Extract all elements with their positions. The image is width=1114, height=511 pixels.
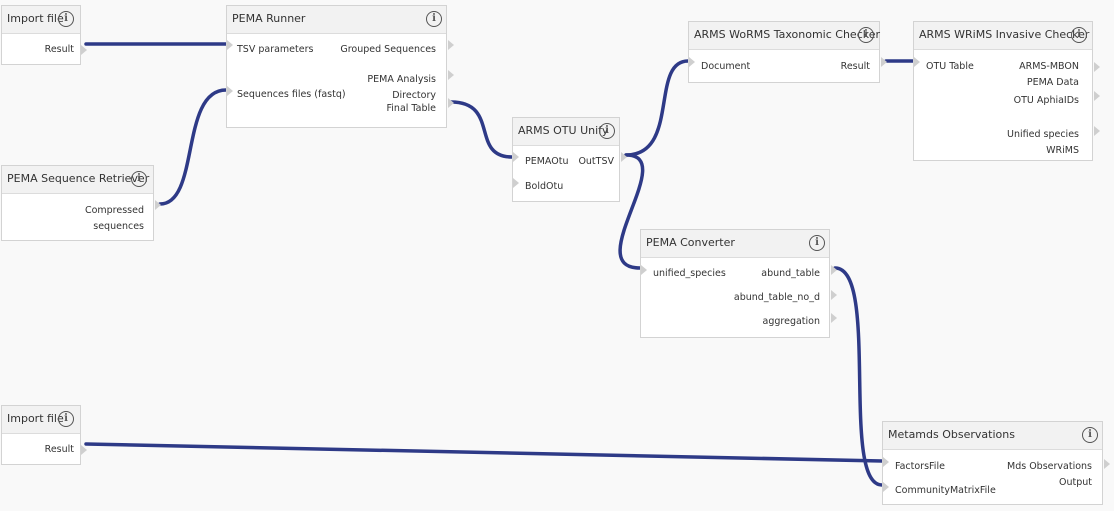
output-connector-abund-table-no-d[interactable]: [831, 290, 837, 300]
node-pema-converter[interactable]: PEMA Converter i unified_species abund_t…: [640, 229, 837, 338]
input-connector-pemaotu[interactable]: [513, 152, 519, 162]
input-connector-otu-table[interactable]: [914, 57, 920, 67]
wire-import2-to-factors: [84, 442, 884, 463]
node-arms-worms-checker[interactable]: ARMS WoRMS Taxonomic Checker i Document …: [688, 21, 887, 83]
output-port-result: Result: [44, 444, 74, 455]
node-header[interactable]: PEMA Converter i: [641, 230, 829, 258]
output-connector-outtsv[interactable]: [621, 152, 627, 162]
output-connector-unified-species-wrims[interactable]: [1094, 126, 1100, 136]
output-connector-compressed-sequences[interactable]: [155, 200, 161, 210]
info-icon[interactable]: i: [426, 11, 442, 27]
node-pema-runner[interactable]: PEMA Runner i TSV parameters Sequences f…: [226, 5, 454, 128]
output-port-abund-table-no-d: abund_table_no_d: [733, 292, 820, 303]
workflow-canvas[interactable]: Import file i Result PEMA Runner i TSV p…: [0, 0, 1114, 511]
output-connector-aggregation[interactable]: [831, 313, 837, 323]
node-header[interactable]: Metamds Observations i: [883, 422, 1102, 450]
node-pema-sequence-retriever[interactable]: PEMA Sequence Retriever i Compressed seq…: [1, 165, 161, 241]
output-connector-final-table[interactable]: [448, 98, 454, 108]
info-icon[interactable]: i: [858, 27, 874, 43]
input-port-sequences-files: Sequences files (fastq): [237, 89, 346, 100]
node-header[interactable]: Import file i: [2, 406, 80, 434]
output-port-wrims: WRiMS: [1046, 145, 1079, 156]
input-connector-communitymatrixfile[interactable]: [883, 482, 889, 492]
output-port-arms-mbon: ARMS-MBON: [1019, 61, 1079, 72]
input-port-communitymatrixfile: CommunityMatrixFile: [895, 485, 996, 496]
output-connector-result[interactable]: [81, 445, 87, 455]
node-title: ARMS WoRMS Taxonomic Checker: [694, 28, 881, 41]
node-arms-wrims-checker[interactable]: ARMS WRiMS Invasive Checker i OTU Table …: [913, 21, 1100, 161]
output-connector-grouped-sequences[interactable]: [448, 40, 454, 50]
wire-finaltable-to-pemaotu: [449, 100, 514, 159]
output-connector-arms-mbon-pema-data[interactable]: [1094, 62, 1100, 72]
output-port-aggregation: aggregation: [762, 316, 820, 327]
input-connector-boldotu[interactable]: [513, 178, 519, 188]
info-icon[interactable]: i: [58, 11, 74, 27]
input-port-document: Document: [701, 61, 751, 72]
input-connector-factorsfile[interactable]: [883, 457, 889, 467]
output-connector-pema-analysis[interactable]: [448, 70, 454, 80]
node-title: PEMA Sequence Retriever: [7, 172, 150, 185]
input-port-boldotu: BoldOtu: [525, 181, 564, 192]
info-icon[interactable]: i: [58, 411, 74, 427]
node-header[interactable]: PEMA Runner i: [227, 6, 446, 34]
info-icon[interactable]: i: [599, 123, 615, 139]
node-header[interactable]: ARMS OTU Unify i: [513, 118, 619, 146]
output-connector-result[interactable]: [81, 45, 87, 55]
input-connector-sequences-files[interactable]: [227, 86, 233, 96]
node-title: Metamds Observations: [888, 428, 1015, 441]
info-icon[interactable]: i: [1082, 427, 1098, 443]
node-import-file-2[interactable]: Import file i Result: [1, 405, 87, 465]
output-port-abund-table: abund_table: [761, 268, 820, 279]
wire-outtsv-to-document: [624, 59, 690, 157]
output-connector-mds-observations-output[interactable]: [1104, 459, 1110, 469]
input-connector-tsv-parameters[interactable]: [227, 40, 233, 50]
info-icon[interactable]: i: [1071, 27, 1087, 43]
node-arms-otu-unify[interactable]: ARMS OTU Unify i PEMAOtu BoldOtu OutTSV: [512, 117, 627, 202]
output-port-compressed: Compressed: [84, 205, 144, 216]
output-port-output: Output: [1059, 477, 1092, 488]
input-port-unified-species: unified_species: [653, 268, 726, 279]
output-port-mds-observations: Mds Observations: [1007, 461, 1092, 472]
output-port-final-table: Final Table: [386, 103, 436, 114]
node-metamds-observations[interactable]: Metamds Observations i FactorsFile Commu…: [882, 421, 1110, 505]
output-connector-otu-aphiaids[interactable]: [1094, 91, 1100, 101]
output-port-grouped-sequences: Grouped Sequences: [340, 44, 436, 55]
node-header[interactable]: ARMS WoRMS Taxonomic Checker i: [689, 22, 881, 50]
input-connector-document[interactable]: [689, 57, 695, 67]
input-port-factorsfile: FactorsFile: [895, 461, 945, 472]
output-connector-result[interactable]: [881, 57, 887, 67]
output-port-sequences: sequences: [93, 221, 144, 232]
output-port-result: Result: [840, 61, 870, 72]
info-icon[interactable]: i: [131, 171, 147, 187]
info-icon[interactable]: i: [809, 235, 825, 251]
input-port-pemaotu: PEMAOtu: [525, 156, 569, 167]
output-port-outtsv: OutTSV: [578, 156, 614, 167]
node-title: Import file: [7, 412, 64, 425]
output-connector-abund-table[interactable]: [831, 265, 837, 275]
node-title: PEMA Runner: [232, 12, 306, 25]
node-header[interactable]: ARMS WRiMS Invasive Checker i: [914, 22, 1092, 50]
output-port-pema-analysis: PEMA Analysis: [367, 74, 436, 85]
wire-retriever-to-sequences: [158, 88, 228, 206]
node-header[interactable]: Import file i: [2, 6, 80, 34]
output-port-result: Result: [44, 44, 74, 55]
node-title: ARMS WRiMS Invasive Checker: [919, 28, 1090, 41]
node-title: PEMA Converter: [646, 236, 735, 249]
output-port-directory: Directory: [392, 90, 436, 101]
node-header[interactable]: PEMA Sequence Retriever i: [2, 166, 153, 194]
output-port-unified-species: Unified species: [1007, 129, 1079, 140]
input-connector-unified-species[interactable]: [641, 265, 647, 275]
wire-abund-to-community: [833, 266, 884, 487]
input-port-otu-table: OTU Table: [926, 61, 974, 72]
output-port-pema-data: PEMA Data: [1026, 77, 1079, 88]
input-port-tsv-parameters: TSV parameters: [237, 44, 314, 55]
output-port-otu-aphiaids: OTU AphiaIDs: [1013, 95, 1079, 106]
node-import-file-1[interactable]: Import file i Result: [1, 5, 87, 65]
node-title: Import file: [7, 12, 64, 25]
node-title: ARMS OTU Unify: [518, 124, 609, 137]
